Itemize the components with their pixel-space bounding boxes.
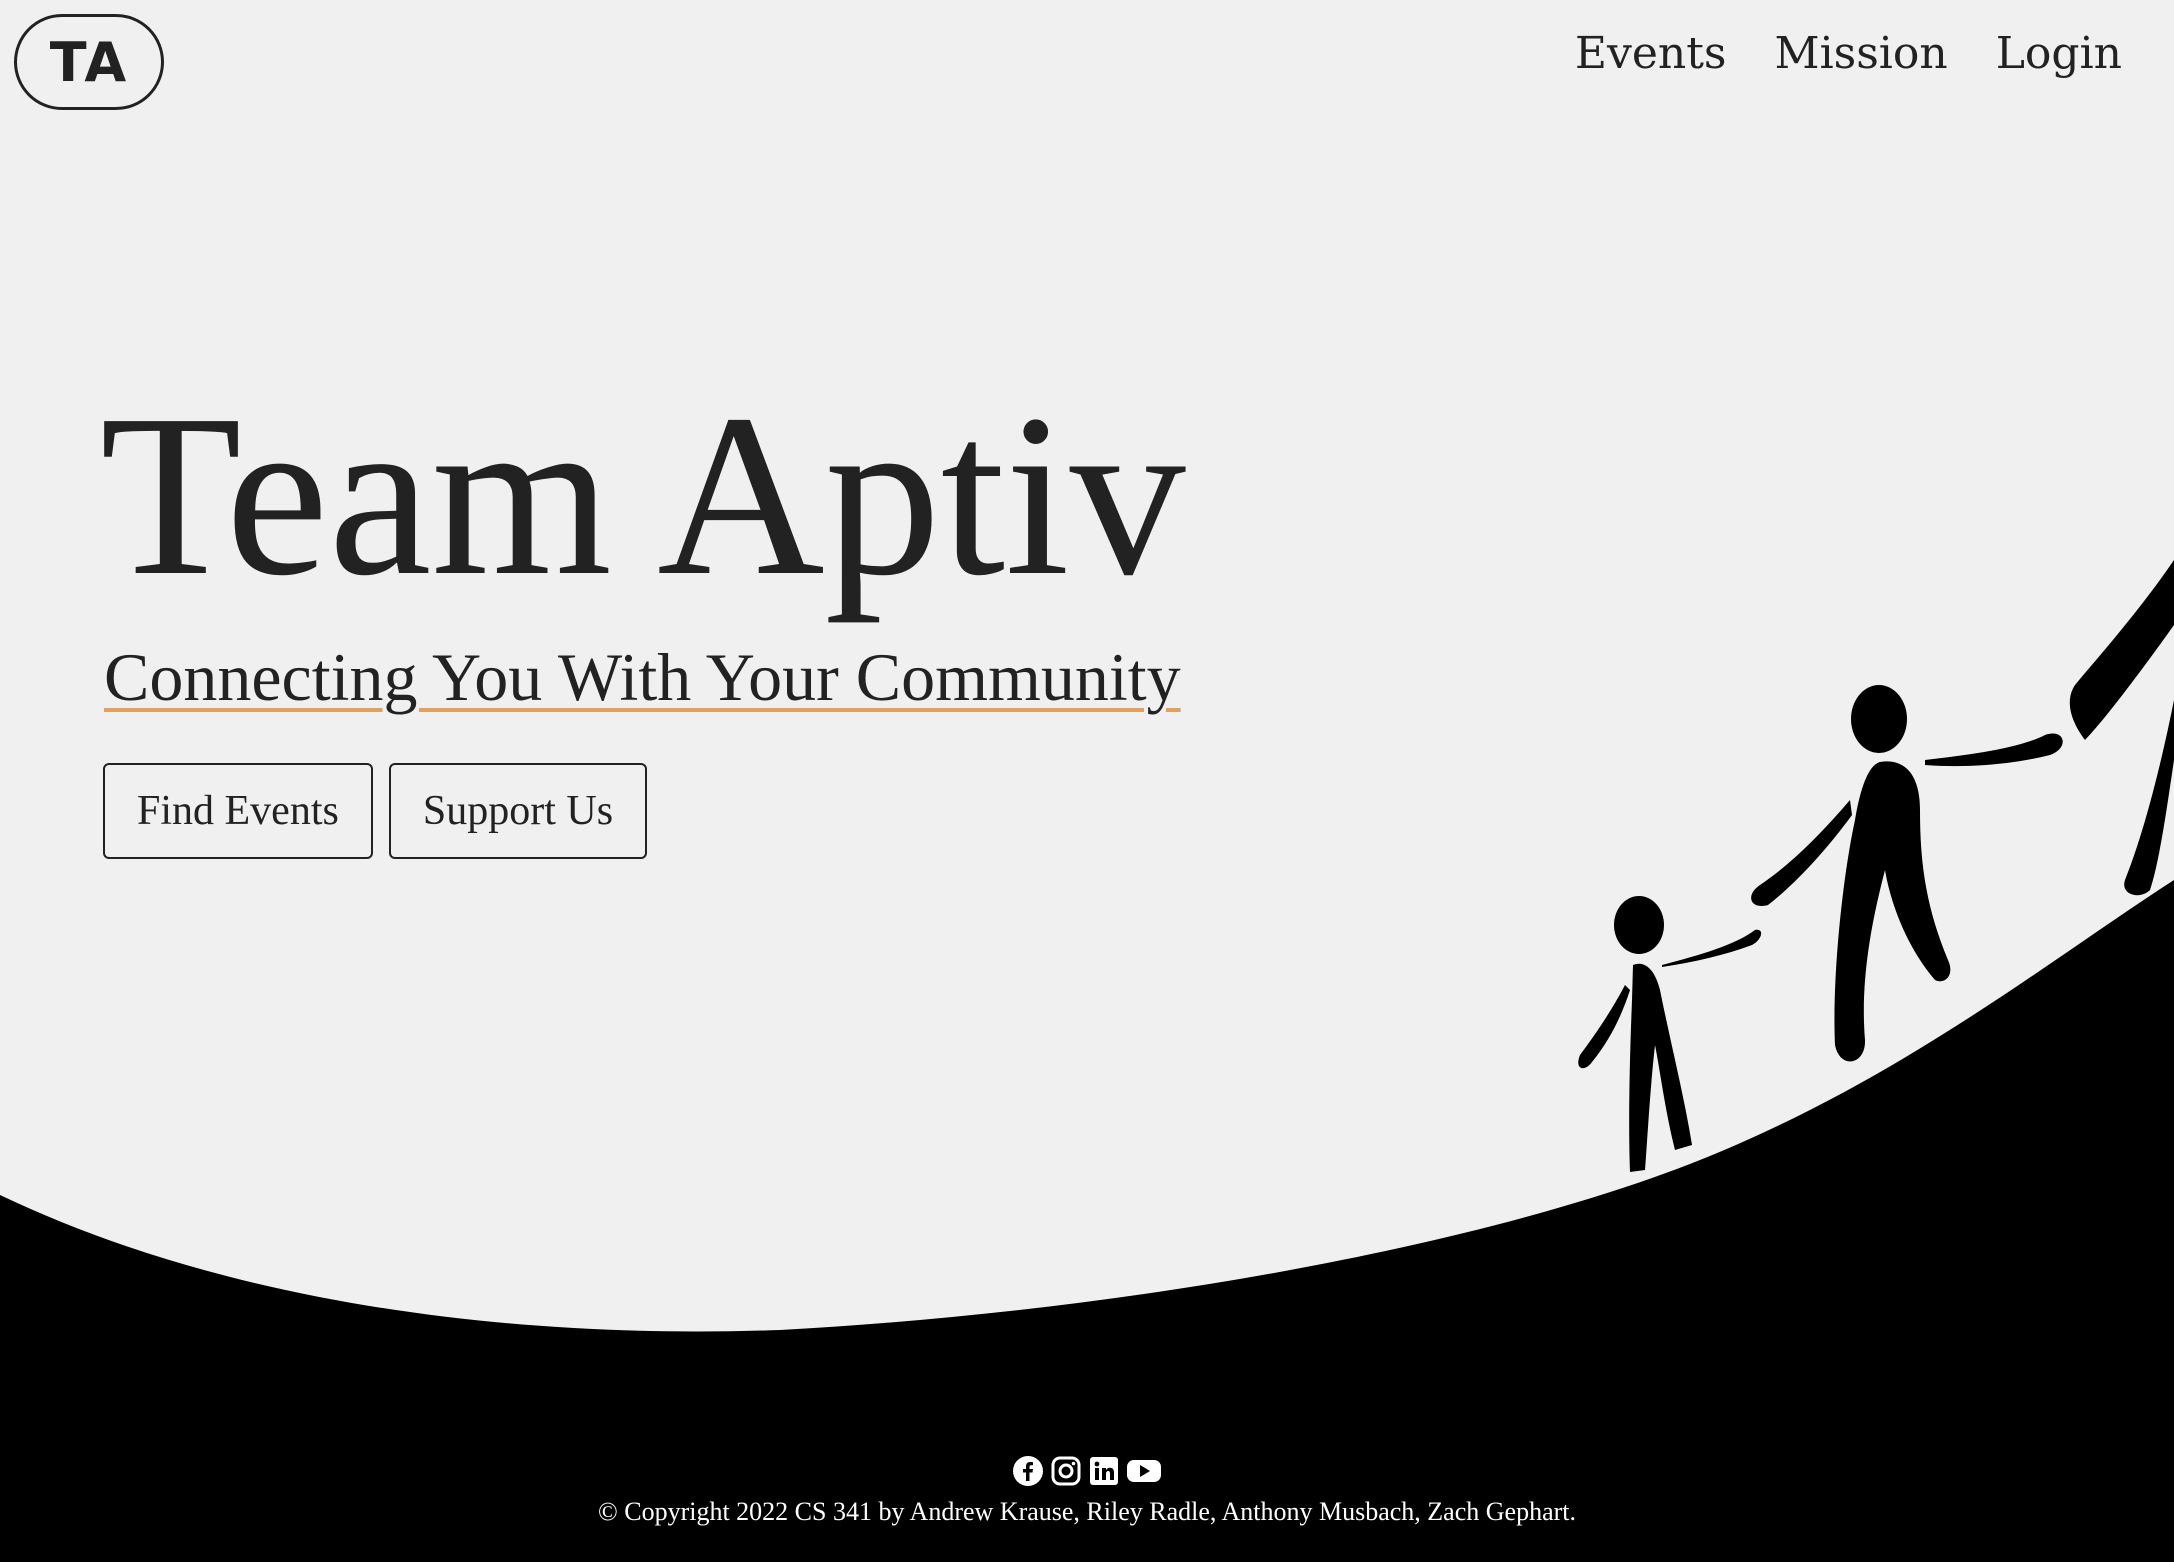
find-events-button[interactable]: Find Events bbox=[103, 763, 373, 859]
nav-events-link[interactable]: Events bbox=[1575, 28, 1727, 79]
logo-text: TA bbox=[49, 30, 129, 94]
hero-buttons: Find Events Support Us bbox=[103, 763, 648, 859]
partial-figure bbox=[2069, 560, 2174, 896]
instagram-icon[interactable] bbox=[1050, 1455, 1082, 1487]
copyright-text: © Copyright 2022 CS 341 by Andrew Krause… bbox=[597, 1497, 1576, 1526]
child-figure bbox=[1578, 896, 1762, 1172]
youtube-icon[interactable] bbox=[1126, 1455, 1162, 1487]
footer: © Copyright 2022 CS 341 by Andrew Krause… bbox=[0, 1455, 2174, 1527]
page: TA Events Mission Login Team Aptiv Conne… bbox=[0, 0, 2174, 1562]
support-us-button[interactable]: Support Us bbox=[388, 763, 648, 859]
linkedin-icon[interactable] bbox=[1088, 1455, 1120, 1487]
nav-login-link[interactable]: Login bbox=[1996, 28, 2122, 79]
main-nav: Events Mission Login bbox=[1575, 28, 2122, 79]
logo[interactable]: TA bbox=[14, 14, 164, 110]
hero-subtitle: Connecting You With Your Community bbox=[104, 639, 1181, 715]
social-links bbox=[0, 1455, 2174, 1487]
facebook-icon[interactable] bbox=[1012, 1455, 1044, 1487]
hero-title: Team Aptiv bbox=[100, 367, 1186, 624]
nav-mission-link[interactable]: Mission bbox=[1775, 28, 1948, 79]
